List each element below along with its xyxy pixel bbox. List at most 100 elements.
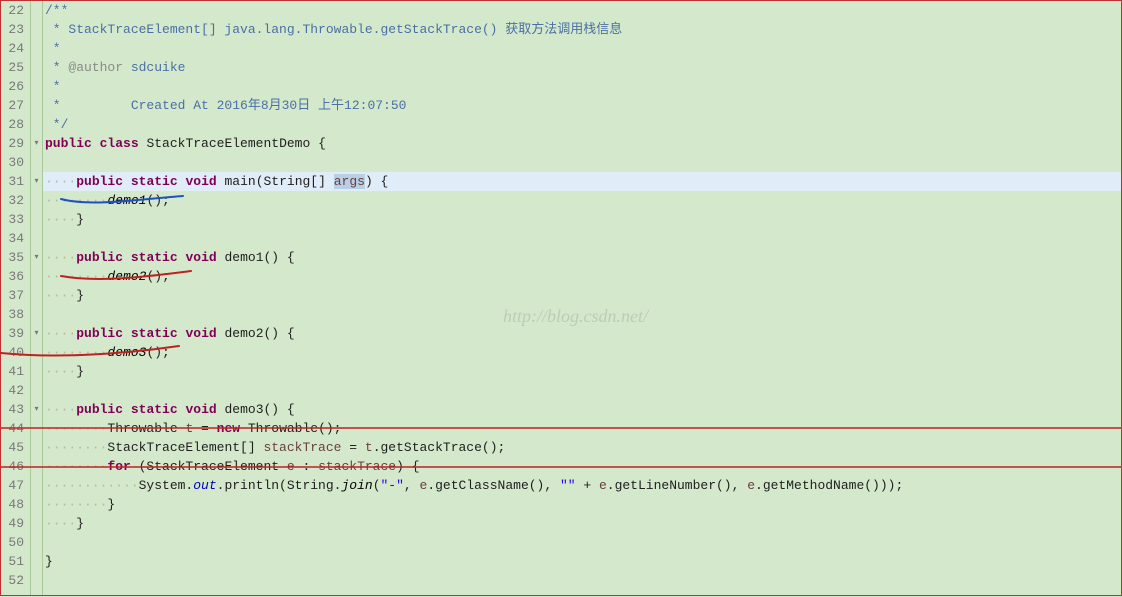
code-line[interactable]: ····public static void demo3() {: [43, 400, 1121, 419]
code-line[interactable]: ····}: [43, 210, 1121, 229]
token: *: [45, 41, 68, 56]
fold-toggle: [31, 438, 42, 457]
code-line[interactable]: ····}: [43, 362, 1121, 381]
code-line[interactable]: [43, 229, 1121, 248]
line-number: 29: [5, 134, 24, 153]
code-line[interactable]: * @author sdcuike: [43, 58, 1121, 77]
code-line[interactable]: /**: [43, 1, 1121, 20]
code-line[interactable]: ····public static void demo2() {: [43, 324, 1121, 343]
token: stackTrace: [263, 440, 341, 455]
code-line[interactable]: }: [43, 552, 1121, 571]
token: ) {: [365, 174, 388, 189]
token: demo3() {: [217, 402, 295, 417]
line-number: 24: [5, 39, 24, 58]
code-line[interactable]: * StackTraceElement[] java.lang.Throwabl…: [43, 20, 1121, 39]
token: }: [76, 212, 84, 227]
code-line[interactable]: ········}: [43, 495, 1121, 514]
token: ········: [45, 440, 107, 455]
code-line[interactable]: [43, 305, 1121, 324]
fold-toggle: [31, 191, 42, 210]
fold-column: [31, 1, 43, 595]
token: static: [131, 250, 178, 265]
code-line[interactable]: *: [43, 39, 1121, 58]
token: .getLineNumber(),: [607, 478, 747, 493]
token: ····: [45, 174, 76, 189]
token: demo2: [107, 269, 146, 284]
token: [123, 402, 131, 417]
code-line[interactable]: * Created At 2016年8月30日 上午12:07:50: [43, 96, 1121, 115]
token: :: [295, 459, 318, 474]
code-line[interactable]: [43, 571, 1121, 590]
token: .getClassName(),: [427, 478, 560, 493]
token: e: [747, 478, 755, 493]
line-number: 48: [5, 495, 24, 514]
token: (StackTraceElement: [131, 459, 287, 474]
token: =: [341, 440, 364, 455]
token: ········: [45, 345, 107, 360]
line-number: 40: [5, 343, 24, 362]
fold-toggle[interactable]: [31, 248, 42, 267]
token: ····: [45, 516, 76, 531]
token: void: [185, 250, 216, 265]
fold-toggle: [31, 153, 42, 172]
line-number: 22: [5, 1, 24, 20]
fold-toggle[interactable]: [31, 172, 42, 191]
code-line[interactable]: public class StackTraceElementDemo {: [43, 134, 1121, 153]
token: for: [107, 459, 130, 474]
code-line[interactable]: ········Throwable t = new Throwable();: [43, 419, 1121, 438]
code-line[interactable]: [43, 533, 1121, 552]
token: ····: [45, 212, 76, 227]
token: public: [76, 250, 123, 265]
line-number: 25: [5, 58, 24, 77]
token: demo1() {: [217, 250, 295, 265]
token: public: [45, 136, 92, 151]
code-line[interactable]: ····public static void main(String[] arg…: [43, 172, 1121, 191]
code-line[interactable]: ········demo1();: [43, 191, 1121, 210]
fold-toggle[interactable]: [31, 324, 42, 343]
fold-toggle: [31, 229, 42, 248]
line-number: 31: [5, 172, 24, 191]
line-number: 37: [5, 286, 24, 305]
fold-toggle: [31, 39, 42, 58]
code-line[interactable]: */: [43, 115, 1121, 134]
line-number: 49: [5, 514, 24, 533]
code-line[interactable]: ············System.out.println(String.jo…: [43, 476, 1121, 495]
line-number: 51: [5, 552, 24, 571]
token: [123, 250, 131, 265]
token: static: [131, 326, 178, 341]
token: out: [193, 478, 216, 493]
token: ····: [45, 250, 76, 265]
code-line[interactable]: [43, 381, 1121, 400]
token: e: [287, 459, 295, 474]
line-number: 23: [5, 20, 24, 39]
fold-toggle: [31, 514, 42, 533]
fold-toggle: [31, 495, 42, 514]
token: ········: [45, 497, 107, 512]
token: void: [185, 326, 216, 341]
code-line[interactable]: ····}: [43, 514, 1121, 533]
token: }: [45, 554, 53, 569]
token: .println(String.: [217, 478, 342, 493]
fold-toggle: [31, 267, 42, 286]
fold-toggle: [31, 58, 42, 77]
line-number: 30: [5, 153, 24, 172]
code-area[interactable]: http://blog.csdn.net/ /** * StackTraceEl…: [43, 1, 1121, 595]
token: 获取方法调用栈信息: [505, 22, 622, 37]
fold-toggle: [31, 419, 42, 438]
code-line[interactable]: [43, 153, 1121, 172]
line-number: 47: [5, 476, 24, 495]
code-line[interactable]: *: [43, 77, 1121, 96]
code-line[interactable]: ········demo3();: [43, 343, 1121, 362]
token: ();: [146, 193, 169, 208]
token: static: [131, 174, 178, 189]
token: ,: [404, 478, 420, 493]
code-line[interactable]: ········demo2();: [43, 267, 1121, 286]
code-line[interactable]: ········for (StackTraceElement e : stack…: [43, 457, 1121, 476]
code-line[interactable]: ····public static void demo1() {: [43, 248, 1121, 267]
fold-toggle[interactable]: [31, 400, 42, 419]
fold-toggle[interactable]: [31, 134, 42, 153]
code-line[interactable]: ····}: [43, 286, 1121, 305]
token: ········: [45, 459, 107, 474]
token: [123, 174, 131, 189]
code-line[interactable]: ········StackTraceElement[] stackTrace =…: [43, 438, 1121, 457]
